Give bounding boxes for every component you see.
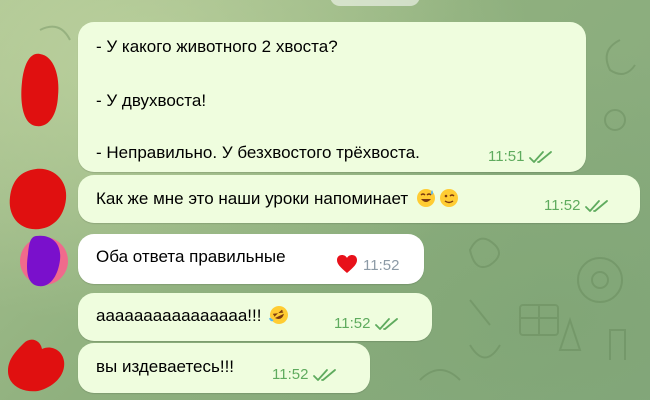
previous-message-edge — [330, 0, 420, 6]
message-time: 11:51 — [488, 148, 525, 165]
message-line: - Неправильно. У безхвостого трёхвоста. — [96, 143, 420, 162]
message-text: Как же мне это наши уроки напоминает — [96, 188, 459, 210]
double-check-icon — [375, 318, 399, 330]
double-check-icon — [313, 369, 337, 381]
message-text: Оба ответа правильные — [96, 247, 286, 266]
message-bubble[interactable]: Как же мне это наши уроки напоминает 11:… — [78, 175, 640, 223]
double-check-icon — [529, 151, 553, 163]
message-bubble[interactable]: вы издеваетесь!!! 11:52 — [78, 343, 370, 393]
message-meta: 11:52 — [363, 255, 399, 277]
message-time: 11:52 — [272, 366, 309, 383]
avatar[interactable] — [6, 165, 68, 233]
sweat-smile-emoji — [417, 189, 436, 207]
rofl-emoji — [269, 306, 289, 324]
message-time: 11:52 — [363, 257, 400, 274]
message-bubble[interactable]: аааааааааааааааа!!! 11:52 — [78, 293, 432, 341]
message-text: аааааааааааааааа!!! — [96, 305, 289, 327]
message-meta: 11:52 — [544, 195, 610, 217]
message-meta: 11:51 — [488, 146, 554, 168]
message-bubble[interactable]: - У какого животного 2 хвоста? - У двухв… — [78, 22, 586, 172]
message-time: 11:52 — [544, 197, 581, 214]
message-text: вы издеваетесь!!! — [96, 357, 235, 376]
message-meta: 11:52 — [334, 313, 400, 335]
message-text-content: аааааааааааааааа!!! — [96, 306, 262, 325]
message-meta: 11:52 — [272, 364, 338, 386]
wink-emoji — [440, 189, 459, 207]
double-check-icon — [585, 200, 609, 212]
avatar[interactable] — [4, 335, 70, 397]
message-text-content: Как же мне это наши уроки напоминает — [96, 189, 409, 208]
message-line: - У двухвоста! — [96, 91, 207, 110]
message-bubble[interactable]: Оба ответа правильные 11:52 — [78, 234, 424, 284]
avatar[interactable] — [18, 50, 62, 130]
message-time: 11:52 — [334, 315, 371, 332]
avatar[interactable] — [16, 232, 72, 290]
heart-reaction-icon[interactable] — [336, 254, 358, 274]
message-line: - У какого животного 2 хвоста? — [96, 37, 338, 56]
